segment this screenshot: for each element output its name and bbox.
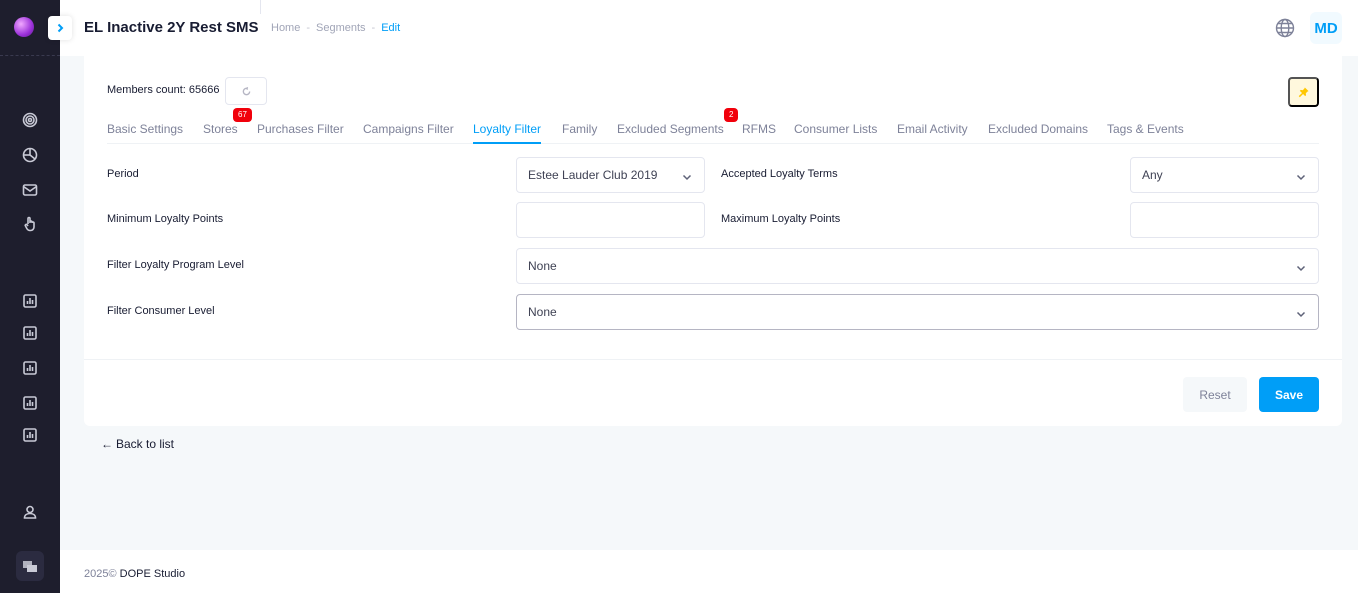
tab-excluded-domains[interactable]: Excluded Domains xyxy=(988,122,1088,136)
sidebar-divider xyxy=(0,55,60,56)
tab-tags-events[interactable]: Tags & Events xyxy=(1107,122,1184,136)
back-to-list-label: Back to list xyxy=(116,437,175,451)
tab-bar: Basic Settings Stores Purchases Filter C… xyxy=(107,113,1319,144)
header: EL Inactive 2Y Rest SMS Home - Segments … xyxy=(60,0,1358,56)
excluded-segments-count-badge: 2 xyxy=(724,108,739,122)
period-label: Period xyxy=(107,168,139,180)
target-icon[interactable] xyxy=(20,110,40,130)
report-icon[interactable] xyxy=(20,358,40,378)
chevron-down-icon xyxy=(682,171,692,181)
sidebar xyxy=(0,0,60,593)
min-points-input[interactable] xyxy=(516,202,705,238)
breadcrumb: Home - Segments - Edit xyxy=(271,22,400,34)
consumer-level-select-value: None xyxy=(528,305,557,319)
logo[interactable] xyxy=(14,17,34,37)
report-icon[interactable] xyxy=(20,323,40,343)
consumer-level-label: Filter Consumer Level xyxy=(107,305,215,317)
footer: 2025© DOPE Studio xyxy=(60,550,1358,593)
period-select-value: Estee Lauder Club 2019 xyxy=(528,168,658,182)
tab-campaigns-filter[interactable]: Campaigns Filter xyxy=(363,122,454,136)
arrow-left-icon: ← xyxy=(101,437,113,451)
tab-stores[interactable]: Stores xyxy=(203,122,238,136)
breadcrumb-separator: - xyxy=(306,22,311,34)
avatar[interactable]: MD xyxy=(1310,12,1342,44)
pin-button[interactable] xyxy=(1288,77,1319,107)
theme-toggle-button[interactable] xyxy=(16,551,44,581)
header-separator xyxy=(260,0,261,14)
program-level-select-value: None xyxy=(528,259,557,273)
page-title: EL Inactive 2Y Rest SMS xyxy=(84,19,259,36)
reset-button[interactable]: Reset xyxy=(1183,377,1247,412)
chevron-down-icon xyxy=(1296,171,1306,181)
pie-chart-icon[interactable] xyxy=(20,145,40,165)
tab-basic-settings[interactable]: Basic Settings xyxy=(107,122,183,136)
min-points-label: Minimum Loyalty Points xyxy=(107,213,224,225)
back-to-list-link[interactable]: ← Back to list xyxy=(101,437,174,451)
members-count: Members count: 65666 xyxy=(107,84,220,96)
chevron-down-icon xyxy=(1296,262,1306,272)
report-icon[interactable] xyxy=(20,393,40,413)
consumer-level-select[interactable]: None xyxy=(516,294,1319,330)
mail-icon[interactable] xyxy=(20,180,40,200)
accepted-terms-label: Accepted Loyalty Terms xyxy=(721,168,838,180)
program-level-label: Filter Loyalty Program Level xyxy=(107,259,244,271)
period-select[interactable]: Estee Lauder Club 2019 xyxy=(516,157,705,193)
chevron-right-icon xyxy=(57,23,64,33)
tab-consumer-lists[interactable]: Consumer Lists xyxy=(794,122,877,136)
chevron-down-icon xyxy=(1296,308,1306,318)
pin-icon xyxy=(1298,86,1309,97)
active-tab-indicator xyxy=(473,142,541,144)
hand-pointer-icon[interactable] xyxy=(20,214,40,234)
user-icon[interactable] xyxy=(20,502,40,522)
segment-edit-card: Members count: 65666 Basic Settings Stor… xyxy=(84,56,1342,426)
footer-brand-link[interactable]: DOPE Studio xyxy=(120,568,185,580)
tab-purchases-filter[interactable]: Purchases Filter xyxy=(257,122,344,136)
card-divider xyxy=(84,359,1342,360)
max-points-input[interactable] xyxy=(1130,202,1319,238)
footer-year: 2025© xyxy=(84,568,117,580)
accepted-terms-select[interactable]: Any xyxy=(1130,157,1319,193)
breadcrumb-home[interactable]: Home xyxy=(271,22,300,34)
globe-icon[interactable] xyxy=(1275,18,1295,38)
program-level-select[interactable]: None xyxy=(516,248,1319,284)
tab-family[interactable]: Family xyxy=(562,122,597,136)
accepted-terms-select-value: Any xyxy=(1142,168,1163,182)
footer-text: 2025© DOPE Studio xyxy=(84,568,185,580)
breadcrumb-edit: Edit xyxy=(381,22,401,34)
breadcrumb-separator: - xyxy=(371,22,376,34)
save-button[interactable]: Save xyxy=(1259,377,1319,412)
tab-email-activity[interactable]: Email Activity xyxy=(897,122,968,136)
stores-count-badge: 67 xyxy=(233,108,252,122)
refresh-count-button[interactable] xyxy=(225,77,267,105)
tab-loyalty-filter[interactable]: Loyalty Filter xyxy=(473,122,541,136)
tab-excluded-segments[interactable]: Excluded Segments xyxy=(617,122,724,136)
sidebar-toggle-button[interactable] xyxy=(48,16,72,40)
refresh-icon xyxy=(242,86,250,95)
report-icon[interactable] xyxy=(20,291,40,311)
breadcrumb-segments[interactable]: Segments xyxy=(316,22,366,34)
max-points-label: Maximum Loyalty Points xyxy=(721,213,841,225)
tab-rfms[interactable]: RFMS xyxy=(742,122,776,136)
report-icon[interactable] xyxy=(20,425,40,445)
